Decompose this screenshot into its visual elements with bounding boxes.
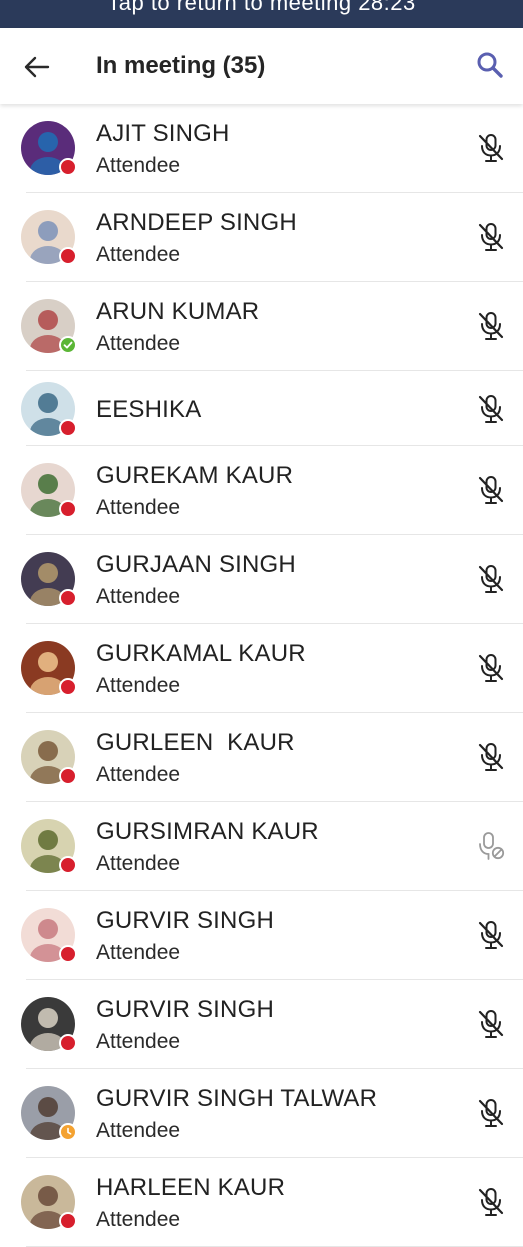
participant-name: GURVIR SINGH TALWAR xyxy=(96,1085,378,1112)
presence-status-busy-icon xyxy=(59,1212,77,1230)
mic-muted-icon[interactable] xyxy=(476,741,506,773)
avatar-container xyxy=(21,730,77,785)
participant-name: GURJAAN SINGH xyxy=(96,551,296,578)
presence-status-busy-icon xyxy=(59,158,77,176)
participant-name: GURLEEN KAUR xyxy=(96,729,295,756)
page-title: In meeting (35) xyxy=(96,52,266,79)
mic-muted-icon[interactable] xyxy=(476,310,506,342)
participant-row[interactable]: GURVIR SINGH TALWAR Attendee xyxy=(0,1069,523,1158)
participant-role: Attendee xyxy=(96,332,181,355)
presence-status-busy-icon xyxy=(59,500,77,518)
presence-status-busy-icon xyxy=(59,767,77,785)
presence-status-available-icon xyxy=(59,336,77,354)
participant-role: Attendee xyxy=(96,852,181,875)
avatar-container xyxy=(21,641,77,696)
mic-muted-icon[interactable] xyxy=(476,652,506,684)
participant-list: AJIT SINGH Attendee ARNDEEP SINGH Attendee A… xyxy=(0,104,523,1247)
avatar-container xyxy=(21,382,77,437)
participant-name: GURVIR SINGH xyxy=(96,907,274,934)
mic-muted-icon[interactable] xyxy=(476,132,506,164)
participant-name: GURKAMAL KAUR xyxy=(96,640,306,667)
participant-row[interactable]: GURVIR SINGH Attendee xyxy=(0,980,523,1069)
participant-name: AJIT SINGH xyxy=(96,120,230,147)
arrow-left-icon[interactable] xyxy=(20,50,54,84)
presence-status-away-icon xyxy=(59,1123,77,1141)
presence-status-busy-icon xyxy=(59,1034,77,1052)
mic-muted-icon[interactable] xyxy=(476,1186,506,1218)
participant-row[interactable]: GURVIR SINGH Attendee xyxy=(0,891,523,980)
mic-muted-icon[interactable] xyxy=(476,919,506,951)
presence-status-busy-icon xyxy=(59,419,77,437)
participant-role: Attendee xyxy=(96,1119,181,1142)
mic-muted-icon[interactable] xyxy=(476,221,506,253)
mic-disabled-icon[interactable] xyxy=(476,830,506,862)
presence-status-busy-icon xyxy=(59,247,77,265)
avatar-container xyxy=(21,819,77,874)
participant-name: GUREKAM KAUR xyxy=(96,462,294,489)
avatar-container xyxy=(21,1086,77,1141)
mic-muted-icon[interactable] xyxy=(476,474,506,506)
participant-row[interactable]: GURJAAN SINGH Attendee xyxy=(0,535,523,624)
search-icon[interactable] xyxy=(475,50,505,80)
participant-name: GURSIMRAN KAUR xyxy=(96,818,319,845)
mic-muted-icon[interactable] xyxy=(476,1008,506,1040)
participant-name: HARLEEN KAUR xyxy=(96,1174,286,1201)
participant-row[interactable]: EESHIKA xyxy=(0,371,523,446)
return-to-meeting-banner[interactable]: Tap to return to meeting 28:23 xyxy=(0,0,523,28)
presence-status-busy-icon xyxy=(59,945,77,963)
participant-role: Attendee xyxy=(96,243,181,266)
participant-role: Attendee xyxy=(96,674,181,697)
mic-muted-icon[interactable] xyxy=(476,393,506,425)
participant-role: Attendee xyxy=(96,763,181,786)
participant-role: Attendee xyxy=(96,1030,181,1053)
return-to-meeting-text: Tap to return to meeting 28:23 xyxy=(107,0,416,15)
participant-row[interactable]: GURKAMAL KAUR Attendee xyxy=(0,624,523,713)
app-header: In meeting (35) xyxy=(0,28,523,104)
participant-row[interactable]: ARNDEEP SINGH Attendee xyxy=(0,193,523,282)
participant-name: ARUN KUMAR xyxy=(96,298,260,325)
participant-name: EESHIKA xyxy=(96,396,202,423)
participant-role: Attendee xyxy=(96,496,181,519)
avatar-container xyxy=(21,908,77,963)
participant-row[interactable]: AJIT SINGH Attendee xyxy=(0,104,523,193)
participant-name: GURVIR SINGH xyxy=(96,996,274,1023)
participant-role: Attendee xyxy=(96,1208,181,1231)
participant-row[interactable]: GURSIMRAN KAUR Attendee xyxy=(0,802,523,891)
presence-status-busy-icon xyxy=(59,589,77,607)
avatar-container xyxy=(21,1175,77,1230)
presence-status-busy-icon xyxy=(59,678,77,696)
presence-status-busy-icon xyxy=(59,856,77,874)
participant-name: ARNDEEP SINGH xyxy=(96,209,297,236)
avatar-container xyxy=(21,463,77,518)
avatar-container xyxy=(21,299,77,354)
participant-role: Attendee xyxy=(96,154,181,177)
participant-role: Attendee xyxy=(96,941,181,964)
mic-muted-icon[interactable] xyxy=(476,563,506,595)
avatar-container xyxy=(21,121,77,176)
participant-role: Attendee xyxy=(96,585,181,608)
avatar-container xyxy=(21,210,77,265)
participant-row[interactable]: HARLEEN KAUR Attendee xyxy=(0,1158,523,1247)
participant-row[interactable]: ARUN KUMAR Attendee xyxy=(0,282,523,371)
avatar-container xyxy=(21,997,77,1052)
participant-row[interactable]: GURLEEN KAUR Attendee xyxy=(0,713,523,802)
avatar-container xyxy=(21,552,77,607)
mic-muted-icon[interactable] xyxy=(476,1097,506,1129)
participant-row[interactable]: GUREKAM KAUR Attendee xyxy=(0,446,523,535)
